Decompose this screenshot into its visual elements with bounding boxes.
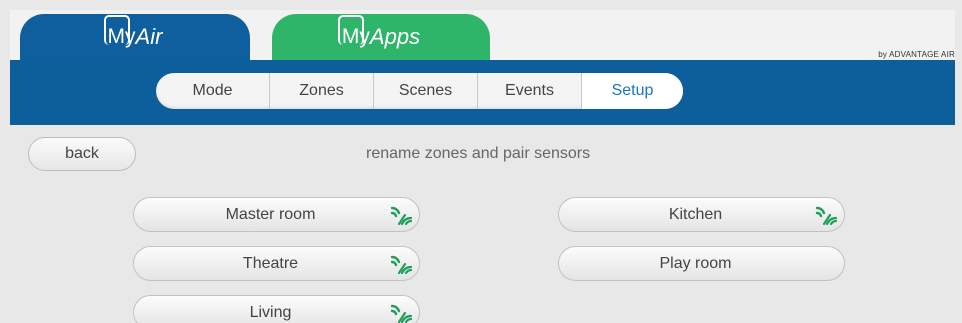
zone-button[interactable]: Theatre [133,246,420,281]
zone-name: Living [249,303,292,321]
tab-scenes[interactable]: Scenes [374,73,478,109]
myapps-name-label: Apps [369,24,421,49]
tab-events[interactable]: Events [478,73,582,109]
main-content: back rename zones and pair sensors Maste… [10,125,955,323]
tab-mode[interactable]: Mode [156,73,270,109]
sensor-signal-icon [814,204,838,226]
app-frame: My Air My Apps by ADVANTAGE AIR Mode Zones S… [10,10,955,323]
myapps-tab[interactable]: My Apps [272,14,490,60]
zone-name: Kitchen [668,205,723,223]
myair-name-label: Air [135,24,163,49]
logo-box-icon [103,15,130,45]
page-heading: rename zones and pair sensors [366,145,591,162]
zone-name: Play room [659,254,732,272]
sensor-signal-icon [389,302,413,323]
logo-box-icon [337,15,364,45]
app-switcher-bar: My Air My Apps by ADVANTAGE AIR [10,10,955,60]
zone-name: Master room [225,205,316,223]
zone-button[interactable]: Master room [133,197,420,232]
brand-label: by ADVANTAGE AIR [878,50,955,59]
myair-logo: My Air [103,15,163,50]
section-tabs: Mode Zones Scenes Events Setup [156,73,683,109]
myair-tab[interactable]: My Air [20,14,250,60]
nav-bar: Mode Zones Scenes Events Setup [10,60,955,125]
sensor-signal-icon [389,253,413,275]
zone-name: Theatre [242,254,299,272]
zone-button[interactable]: Living [133,295,420,323]
zone-button[interactable]: Play room [558,246,845,281]
tab-setup[interactable]: Setup [582,73,683,109]
zone-button[interactable]: Kitchen [558,197,845,232]
tab-zones[interactable]: Zones [270,73,374,109]
sensor-signal-icon [389,204,413,226]
myapps-logo: My Apps [337,15,421,50]
back-button[interactable]: back [28,137,136,171]
